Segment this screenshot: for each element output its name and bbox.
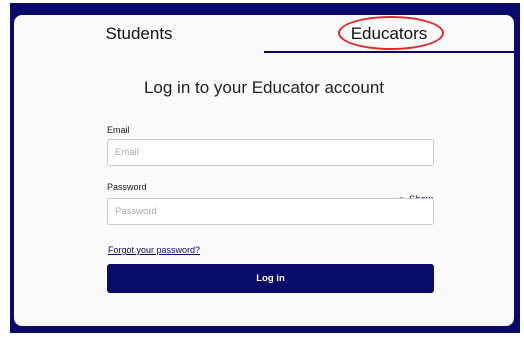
tab-educators[interactable]: Educators bbox=[264, 15, 514, 53]
login-button[interactable]: Log in bbox=[107, 264, 434, 293]
password-label: Password bbox=[107, 182, 147, 192]
email-label: Email bbox=[107, 125, 130, 135]
tab-students-label: Students bbox=[105, 24, 173, 43]
account-type-tabs: Students Educators bbox=[14, 15, 514, 53]
login-card: Students Educators Log in to your Educat… bbox=[14, 15, 514, 326]
forgot-password-link[interactable]: Forgot your password? bbox=[108, 245, 200, 255]
tab-educators-label: Educators bbox=[350, 24, 428, 43]
email-field[interactable] bbox=[107, 139, 434, 166]
tab-students[interactable]: Students bbox=[14, 15, 264, 53]
password-field[interactable] bbox=[107, 198, 434, 225]
page-title: Log in to your Educator account bbox=[143, 78, 385, 97]
